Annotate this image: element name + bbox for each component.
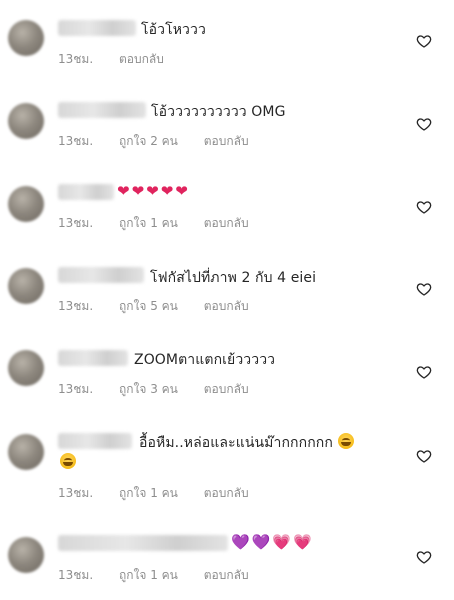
- heart-icon[interactable]: [416, 116, 432, 132]
- comment-text: ❤❤❤❤❤: [117, 182, 190, 200]
- like-count[interactable]: ถูกใจ 1 คน: [119, 486, 178, 500]
- username[interactable]: [58, 102, 146, 118]
- comment-meta: 13ชม. ถูกใจ 1 คน ตอบกลับ: [58, 484, 271, 503]
- grinning-face-emoji-icon: [60, 452, 76, 471]
- grinning-face-emoji-icon: [337, 433, 354, 449]
- comment-text-content: อื้อหืม..หล่อและแน่นม๊ากกกกกก: [139, 435, 333, 451]
- username[interactable]: [58, 184, 114, 200]
- comment-meta: 13ชม. ถูกใจ 5 คน ตอบกลับ: [58, 297, 271, 316]
- reply-button[interactable]: ตอบกลับ: [204, 299, 249, 313]
- reply-button[interactable]: ตอบกลับ: [119, 52, 164, 66]
- like-count[interactable]: ถูกใจ 1 คน: [119, 216, 178, 230]
- comment-text: ZOOMตาแตกเย้ววววว: [134, 352, 276, 368]
- avatar[interactable]: [8, 20, 44, 56]
- avatar[interactable]: [8, 103, 44, 139]
- like-count[interactable]: ถูกใจ 2 คน: [119, 134, 178, 148]
- reply-button[interactable]: ตอบกลับ: [204, 216, 249, 230]
- comment-time: 13ชม.: [58, 216, 94, 230]
- comment-text: โอ้วววววววววว OMG: [151, 104, 286, 120]
- reply-button[interactable]: ตอบกลับ: [204, 134, 249, 148]
- comment-time: 13ชม.: [58, 52, 94, 66]
- avatar[interactable]: [8, 537, 44, 573]
- comment-text: โฟกัสไปที่ภาพ 2 กับ 4 eiei: [150, 270, 317, 286]
- username[interactable]: [58, 350, 128, 366]
- comment-time: 13ชม.: [58, 134, 94, 148]
- username[interactable]: [58, 433, 132, 449]
- username[interactable]: [58, 535, 228, 551]
- avatar[interactable]: [8, 186, 44, 222]
- username[interactable]: [58, 267, 144, 283]
- avatar[interactable]: [8, 434, 44, 470]
- comment-meta: 13ชม. ถูกใจ 1 คน ตอบกลับ: [58, 566, 271, 585]
- heart-icon[interactable]: [416, 364, 432, 380]
- reply-button[interactable]: ตอบกลับ: [204, 382, 249, 396]
- comment-time: 13ชม.: [58, 486, 94, 500]
- comment-meta: 13ชม. ถูกใจ 3 คน ตอบกลับ: [58, 380, 271, 399]
- reply-button[interactable]: ตอบกลับ: [204, 486, 249, 500]
- avatar[interactable]: [8, 268, 44, 304]
- like-count[interactable]: ถูกใจ 5 คน: [119, 299, 178, 313]
- like-count[interactable]: ถูกใจ 1 คน: [119, 568, 178, 582]
- heart-icon[interactable]: [416, 549, 432, 565]
- comment-time: 13ชม.: [58, 568, 94, 582]
- heart-icon[interactable]: [416, 281, 432, 297]
- comment-text: 💜💜💗💗: [231, 533, 314, 551]
- heart-icon[interactable]: [416, 33, 432, 49]
- comment-text: โอ้วโหววว: [141, 22, 206, 38]
- comment-meta: 13ชม. ถูกใจ 2 คน ตอบกลับ: [58, 132, 271, 151]
- heart-icon[interactable]: [416, 199, 432, 215]
- comment-time: 13ชม.: [58, 299, 94, 313]
- username[interactable]: [58, 20, 136, 36]
- comment-text: อื้อหืม..หล่อและแน่นม๊ากกกกกก: [139, 432, 354, 454]
- comment-time: 13ชม.: [58, 382, 94, 396]
- reply-button[interactable]: ตอบกลับ: [204, 568, 249, 582]
- heart-icon[interactable]: [416, 448, 432, 464]
- comment-meta: 13ชม. ถูกใจ 1 คน ตอบกลับ: [58, 214, 271, 233]
- avatar[interactable]: [8, 350, 44, 386]
- comment-meta: 13ชม. ตอบกลับ: [58, 50, 186, 69]
- like-count[interactable]: ถูกใจ 3 คน: [119, 382, 178, 396]
